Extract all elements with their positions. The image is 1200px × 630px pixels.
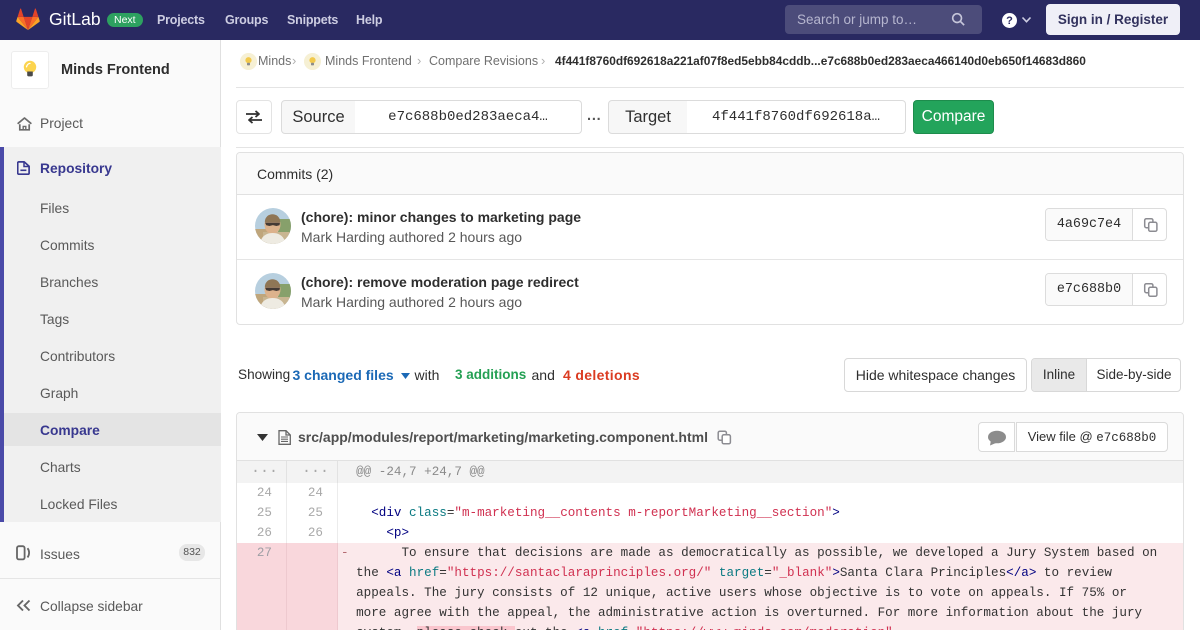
svg-text:?: ? bbox=[1006, 15, 1013, 27]
